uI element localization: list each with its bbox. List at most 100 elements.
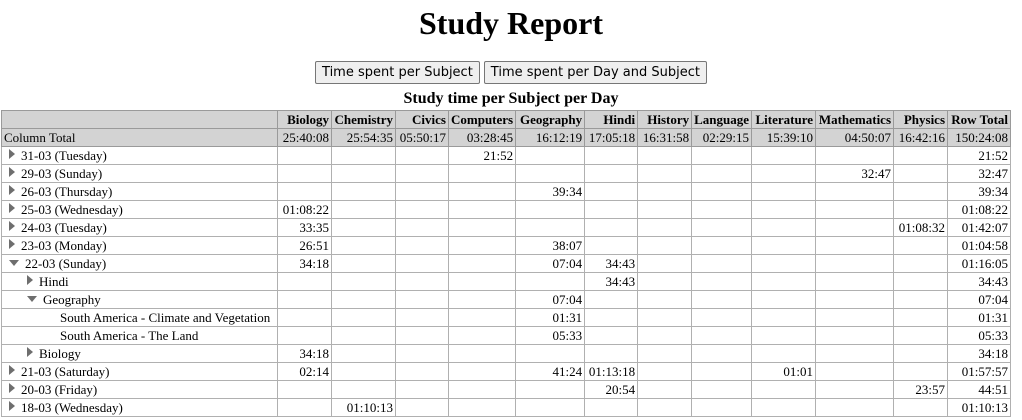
table-row[interactable]: Geography 07:04 07:04 (1, 290, 1012, 309)
expand-triangle-icon[interactable] (9, 365, 15, 375)
time-cell (584, 344, 639, 363)
row-label: 25-03 (Wednesday) (21, 202, 123, 217)
time-cell (893, 398, 949, 417)
time-cell: 34:43 (584, 254, 639, 273)
row-label-cell: 25-03 (Wednesday) (1, 200, 278, 219)
time-per-day-and-subject-button[interactable]: Time spent per Day and Subject (483, 61, 707, 84)
table-row[interactable]: 24-03 (Tuesday) 33:35 01:08:32 01:42:07 (1, 218, 1012, 237)
time-cell: 07:04 (515, 290, 586, 309)
time-cell (331, 164, 396, 183)
time-cell (584, 200, 639, 219)
column-total-cell: 16:31:58 (637, 128, 693, 147)
column-header: History (637, 110, 693, 129)
time-per-subject-button[interactable]: Time spent per Subject (315, 61, 480, 84)
table-row[interactable]: 22-03 (Sunday) 34:18 07:04 34:43 01:16:05 (1, 254, 1012, 273)
row-total-cell: 01:08:22 (947, 200, 1012, 219)
time-cell (331, 380, 396, 399)
time-cell (331, 272, 396, 291)
table-row[interactable]: 20-03 (Friday) 20:54 23:57 44:51 (1, 380, 1012, 399)
time-cell: 34:18 (277, 344, 332, 363)
time-cell (815, 344, 895, 363)
table-row[interactable]: 25-03 (Wednesday) 01:08:22 01:08:22 (1, 200, 1012, 219)
row-total-cell: 01:42:07 (947, 218, 1012, 237)
time-cell: 34:43 (584, 272, 639, 291)
expand-triangle-icon[interactable] (9, 167, 15, 177)
table-body: 31-03 (Tuesday) 21:52 21:52 29-03 (Sunday) 3… (1, 146, 1012, 417)
table-row[interactable]: Biology 34:18 34:18 (1, 344, 1012, 363)
time-cell (751, 182, 817, 201)
time-cell (395, 326, 449, 345)
table-row[interactable]: 31-03 (Tuesday) 21:52 21:52 (1, 146, 1012, 165)
time-cell (277, 398, 332, 417)
row-total-cell: 21:52 (947, 146, 1012, 165)
expand-triangle-icon[interactable] (9, 203, 15, 213)
time-cell (691, 308, 753, 327)
expand-triangle-icon[interactable] (27, 347, 33, 357)
time-cell (277, 164, 332, 183)
table-row[interactable]: 29-03 (Sunday) 32:47 32:47 (1, 164, 1012, 183)
column-header: Computers (447, 110, 517, 129)
column-total-cell: 25:54:35 (331, 128, 396, 147)
time-cell (691, 236, 753, 255)
time-cell (691, 326, 753, 345)
time-cell (637, 272, 693, 291)
time-cell (395, 200, 449, 219)
row-total-cell: 07:04 (947, 290, 1012, 309)
row-label: 31-03 (Tuesday) (21, 148, 107, 163)
time-cell (751, 398, 817, 417)
time-cell (815, 200, 895, 219)
column-total-cell: 04:50:07 (815, 128, 895, 147)
time-cell (637, 290, 693, 309)
row-label-cell: 18-03 (Wednesday) (1, 398, 278, 417)
table-row[interactable]: 26-03 (Thursday) 39:34 39:34 (1, 182, 1012, 201)
row-label-cell: 29-03 (Sunday) (1, 164, 278, 183)
column-header: Civics (395, 110, 449, 129)
time-cell: 26:51 (277, 236, 332, 255)
time-cell: 32:47 (815, 164, 895, 183)
row-label: 24-03 (Tuesday) (21, 220, 107, 235)
expand-triangle-icon[interactable] (9, 149, 15, 159)
expand-triangle-icon[interactable] (9, 221, 15, 231)
table-row[interactable]: Hindi 34:43 34:43 (1, 272, 1012, 291)
time-cell (331, 236, 396, 255)
collapse-triangle-icon[interactable] (9, 260, 19, 266)
time-cell (331, 182, 396, 201)
column-total-cell: 03:28:45 (447, 128, 517, 147)
time-cell (637, 236, 693, 255)
expand-triangle-icon[interactable] (9, 185, 15, 195)
column-header: Literature (751, 110, 817, 129)
time-cell (584, 398, 639, 417)
corner-header-cell (1, 110, 278, 129)
time-cell (331, 308, 396, 327)
time-cell (691, 272, 753, 291)
column-total-cell: 16:42:16 (893, 128, 949, 147)
expand-triangle-icon[interactable] (9, 401, 15, 411)
row-label: 22-03 (Sunday) (25, 256, 107, 271)
expand-triangle-icon[interactable] (9, 239, 15, 249)
time-cell (893, 326, 949, 345)
time-cell: 07:04 (515, 254, 586, 273)
row-total-cell: 44:51 (947, 380, 1012, 399)
header-row: Biology Chemistry Civics Computers Geogr… (1, 110, 1012, 129)
time-cell (691, 344, 753, 363)
time-cell (815, 146, 895, 165)
table-row[interactable]: 21-03 (Saturday) 02:14 41:24 01:13:18 01:01 0… (1, 362, 1012, 381)
time-cell (395, 272, 449, 291)
time-cell (751, 380, 817, 399)
time-cell (395, 398, 449, 417)
time-cell (331, 290, 396, 309)
collapse-triangle-icon[interactable] (27, 296, 37, 302)
time-cell (277, 272, 332, 291)
time-cell (691, 362, 753, 381)
time-cell (395, 380, 449, 399)
time-cell: 20:54 (584, 380, 639, 399)
table-row[interactable]: 23-03 (Monday) 26:51 38:07 01:04:58 (1, 236, 1012, 255)
table-row[interactable]: 18-03 (Wednesday) 01:10:13 01:10:13 (1, 398, 1012, 417)
row-label: 21-03 (Saturday) (21, 364, 110, 379)
time-cell (277, 326, 332, 345)
time-cell (751, 290, 817, 309)
expand-triangle-icon[interactable] (9, 383, 15, 393)
expand-triangle-icon[interactable] (27, 275, 33, 285)
row-label: Biology (39, 346, 81, 361)
row-label-cell: 20-03 (Friday) (1, 380, 278, 399)
